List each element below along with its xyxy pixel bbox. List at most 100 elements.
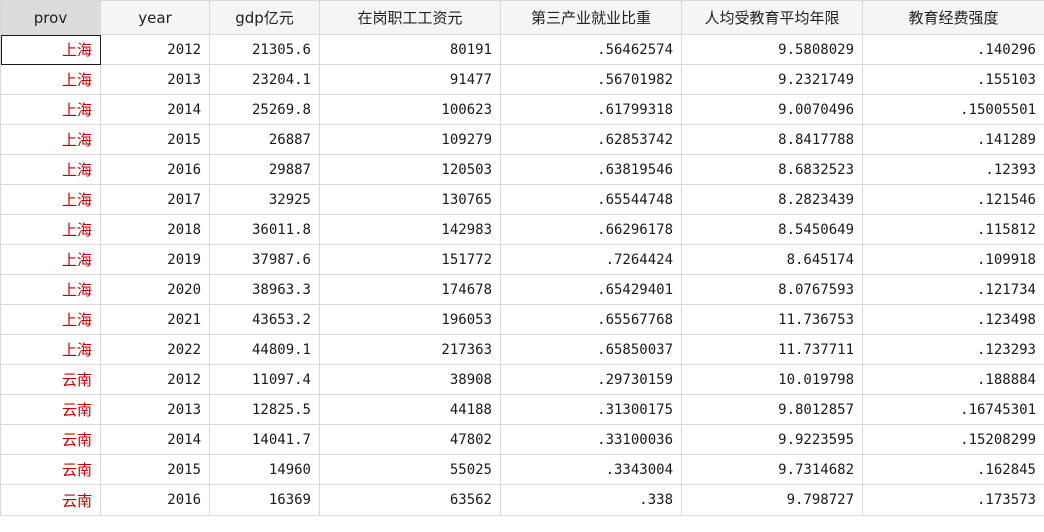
cell-edu-intensity[interactable]: .15208299	[862, 424, 1044, 455]
cell-year[interactable]: 2015	[100, 124, 210, 155]
cell-tertiary-share[interactable]: .29730159	[500, 364, 682, 395]
cell-prov[interactable]: 云南	[0, 454, 101, 485]
cell-edu-years[interactable]: 9.798727	[681, 484, 863, 516]
cell-edu-intensity[interactable]: .141289	[862, 124, 1044, 155]
column-header-tertiary-share[interactable]: 第三产业就业比重	[500, 0, 682, 35]
cell-wage[interactable]: 100623	[319, 94, 501, 125]
cell-edu-years[interactable]: 8.5450649	[681, 214, 863, 245]
cell-tertiary-share[interactable]: .65850037	[500, 334, 682, 365]
cell-prov[interactable]: 云南	[0, 394, 101, 425]
cell-wage[interactable]: 196053	[319, 304, 501, 335]
cell-edu-intensity[interactable]: .121734	[862, 274, 1044, 305]
cell-prov[interactable]: 上海	[0, 244, 101, 275]
cell-year[interactable]: 2016	[100, 154, 210, 185]
cell-year[interactable]: 2013	[100, 64, 210, 95]
cell-prov[interactable]: 云南	[0, 424, 101, 455]
cell-tertiary-share[interactable]: .63819546	[500, 154, 682, 185]
cell-edu-intensity[interactable]: .109918	[862, 244, 1044, 275]
cell-wage[interactable]: 120503	[319, 154, 501, 185]
cell-prov[interactable]: 云南	[0, 484, 101, 516]
cell-gdp[interactable]: 12825.5	[209, 394, 320, 425]
cell-edu-years[interactable]: 8.645174	[681, 244, 863, 275]
cell-gdp[interactable]: 38963.3	[209, 274, 320, 305]
cell-gdp[interactable]: 11097.4	[209, 364, 320, 395]
cell-prov[interactable]: 上海	[0, 94, 101, 125]
cell-gdp[interactable]: 29887	[209, 154, 320, 185]
cell-edu-intensity[interactable]: .140296	[862, 34, 1044, 65]
cell-prov[interactable]: 上海	[0, 274, 101, 305]
cell-wage[interactable]: 130765	[319, 184, 501, 215]
cell-wage[interactable]: 47802	[319, 424, 501, 455]
cell-tertiary-share[interactable]: .338	[500, 484, 682, 516]
cell-edu-years[interactable]: 9.8012857	[681, 394, 863, 425]
cell-edu-intensity[interactable]: .123293	[862, 334, 1044, 365]
cell-edu-intensity[interactable]: .16745301	[862, 394, 1044, 425]
cell-edu-intensity[interactable]: .121546	[862, 184, 1044, 215]
cell-gdp[interactable]: 14960	[209, 454, 320, 485]
cell-year[interactable]: 2013	[100, 394, 210, 425]
cell-wage[interactable]: 80191	[319, 34, 501, 65]
cell-prov[interactable]: 云南	[0, 364, 101, 395]
column-header-year[interactable]: year	[100, 0, 210, 35]
cell-edu-years[interactable]: 8.8417788	[681, 124, 863, 155]
cell-wage[interactable]: 63562	[319, 484, 501, 516]
cell-edu-years[interactable]: 9.7314682	[681, 454, 863, 485]
cell-tertiary-share[interactable]: .33100036	[500, 424, 682, 455]
cell-gdp[interactable]: 36011.8	[209, 214, 320, 245]
cell-edu-years[interactable]: 9.2321749	[681, 64, 863, 95]
cell-gdp[interactable]: 16369	[209, 484, 320, 516]
cell-prov[interactable]: 上海	[0, 184, 101, 215]
cell-tertiary-share[interactable]: .62853742	[500, 124, 682, 155]
cell-year[interactable]: 2022	[100, 334, 210, 365]
cell-prov[interactable]: 上海	[0, 334, 101, 365]
cell-wage[interactable]: 151772	[319, 244, 501, 275]
cell-gdp[interactable]: 23204.1	[209, 64, 320, 95]
column-header-wage[interactable]: 在岗职工工资元	[319, 0, 501, 35]
cell-prov[interactable]: 上海	[0, 34, 101, 65]
column-header-gdp[interactable]: gdp亿元	[209, 0, 320, 35]
cell-year[interactable]: 2020	[100, 274, 210, 305]
cell-year[interactable]: 2012	[100, 34, 210, 65]
cell-wage[interactable]: 142983	[319, 214, 501, 245]
cell-gdp[interactable]: 14041.7	[209, 424, 320, 455]
cell-gdp[interactable]: 25269.8	[209, 94, 320, 125]
cell-edu-years[interactable]: 9.0070496	[681, 94, 863, 125]
cell-edu-intensity[interactable]: .173573	[862, 484, 1044, 516]
cell-gdp[interactable]: 43653.2	[209, 304, 320, 335]
cell-tertiary-share[interactable]: .3343004	[500, 454, 682, 485]
cell-edu-intensity[interactable]: .162845	[862, 454, 1044, 485]
cell-year[interactable]: 2016	[100, 484, 210, 516]
cell-prov[interactable]: 上海	[0, 154, 101, 185]
cell-year[interactable]: 2015	[100, 454, 210, 485]
cell-edu-years[interactable]: 11.737711	[681, 334, 863, 365]
cell-tertiary-share[interactable]: .56462574	[500, 34, 682, 65]
cell-prov[interactable]: 上海	[0, 304, 101, 335]
cell-wage[interactable]: 55025	[319, 454, 501, 485]
cell-edu-intensity[interactable]: .115812	[862, 214, 1044, 245]
cell-wage[interactable]: 38908	[319, 364, 501, 395]
cell-gdp[interactable]: 26887	[209, 124, 320, 155]
cell-edu-years[interactable]: 8.2823439	[681, 184, 863, 215]
column-header-prov[interactable]: prov	[0, 0, 101, 35]
cell-prov[interactable]: 上海	[0, 124, 101, 155]
cell-tertiary-share[interactable]: .61799318	[500, 94, 682, 125]
cell-tertiary-share[interactable]: .31300175	[500, 394, 682, 425]
cell-gdp[interactable]: 44809.1	[209, 334, 320, 365]
cell-edu-intensity[interactable]: .123498	[862, 304, 1044, 335]
cell-wage[interactable]: 91477	[319, 64, 501, 95]
cell-wage[interactable]: 217363	[319, 334, 501, 365]
cell-edu-years[interactable]: 10.019798	[681, 364, 863, 395]
column-header-edu-intensity[interactable]: 教育经费强度	[862, 0, 1044, 35]
cell-year[interactable]: 2014	[100, 94, 210, 125]
cell-gdp[interactable]: 21305.6	[209, 34, 320, 65]
cell-edu-years[interactable]: 9.5808029	[681, 34, 863, 65]
cell-wage[interactable]: 44188	[319, 394, 501, 425]
cell-gdp[interactable]: 32925	[209, 184, 320, 215]
cell-tertiary-share[interactable]: .65429401	[500, 274, 682, 305]
cell-edu-years[interactable]: 9.9223595	[681, 424, 863, 455]
cell-year[interactable]: 2021	[100, 304, 210, 335]
cell-tertiary-share[interactable]: .7264424	[500, 244, 682, 275]
cell-wage[interactable]: 109279	[319, 124, 501, 155]
cell-year[interactable]: 2012	[100, 364, 210, 395]
cell-gdp[interactable]: 37987.6	[209, 244, 320, 275]
